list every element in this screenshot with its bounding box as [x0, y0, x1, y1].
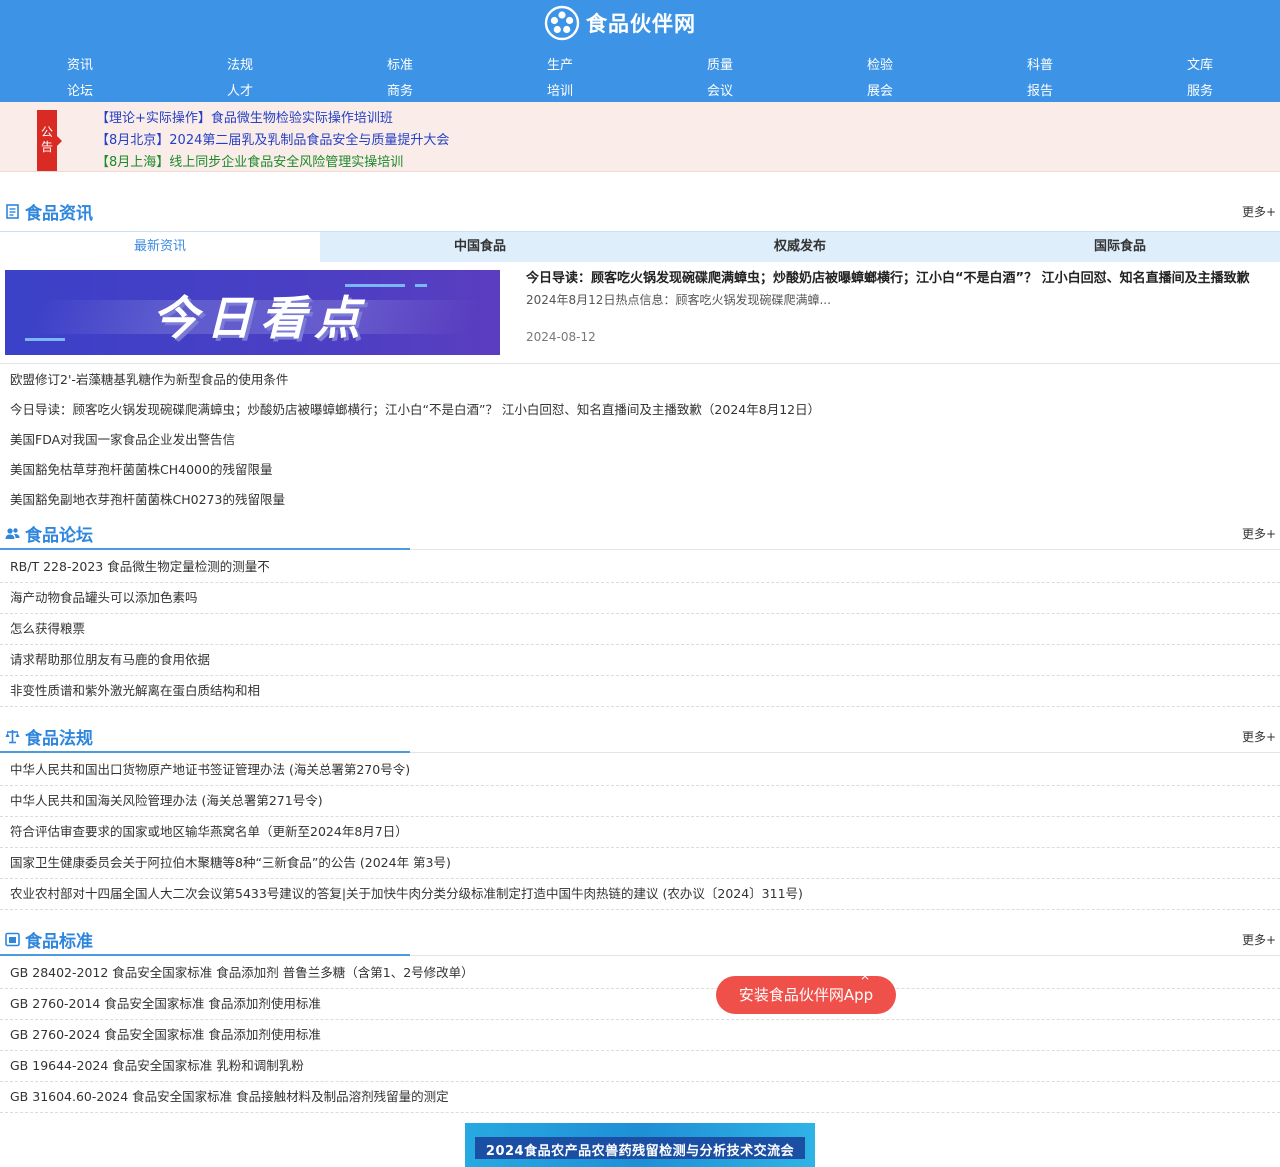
logo-text: 食品伙伴网 — [586, 12, 696, 36]
list-item[interactable]: GB 28402-2012 食品安全国家标准 食品添加剂 普鲁兰多糖（含第1、2… — [0, 958, 1280, 989]
list-item[interactable]: 美国FDA对我国一家食品企业发出警告信 — [0, 425, 1280, 455]
list-item[interactable]: GB 2760-2014 食品安全国家标准 食品添加剂使用标准 — [0, 989, 1280, 1020]
featured-title[interactable]: 今日导读：顾客吃火锅发现碗碟爬满蟑虫；炒酸奶店被曝蟑螂横行；江小白“不是白酒”？… — [526, 269, 1266, 289]
list-item[interactable]: 中华人民共和国出口货物原产地证书签证管理办法 (海关总署第270号令) — [0, 755, 1280, 786]
nav-item-production[interactable]: 生产 — [480, 54, 640, 73]
nav-item-business[interactable]: 商务 — [320, 80, 480, 99]
list-item[interactable]: GB 19644-2024 食品安全国家标准 乳粉和调制乳粉 — [0, 1051, 1280, 1082]
notice-list: 【理论+实际操作】食品微生物检验实际操作培训班 【8月北京】2024第二届乳及乳… — [96, 108, 449, 174]
section-title: 食品论坛 — [5, 518, 93, 548]
users-icon — [5, 527, 20, 539]
featured-image[interactable]: 今日看点 — [5, 270, 500, 355]
notice-badge: 公告 — [37, 110, 62, 171]
section-title: 食品资讯 — [5, 196, 93, 226]
site-header: 食品伙伴网 资讯 法规 标准 生产 质量 检验 科普 文库 论坛 人才 商务 培… — [0, 0, 1280, 102]
event-banner[interactable]: 2024食品农产品农兽药残留检测与分析技术交流会 — [465, 1123, 815, 1167]
nav-row-2: 论坛 人才 商务 培训 会议 展会 报告 服务 — [0, 76, 1280, 102]
forum-list: RB/T 228-2023 食品微生物定量检测的测量不 海产动物食品罐头可以添加… — [0, 552, 1280, 707]
list-item[interactable]: 欧盟修订2'-岩藻糖基乳糖作为新型食品的使用条件 — [0, 365, 1280, 395]
featured-article: 今日看点 今日导读：顾客吃火锅发现碗碟爬满蟑虫；炒酸奶店被曝蟑螂横行；江小白“不… — [0, 262, 1280, 364]
nav-item-testing[interactable]: 检验 — [800, 54, 960, 73]
list-item[interactable]: 非变性质谱和紫外激光解离在蛋白质结构和相 — [0, 676, 1280, 707]
nav-item-library[interactable]: 文库 — [1120, 54, 1280, 73]
list-item[interactable]: 美国豁免副地衣芽孢杆菌菌株CH0273的残留限量 — [0, 485, 1280, 515]
nav-item-service[interactable]: 服务 — [1120, 80, 1280, 99]
tab-latest-news[interactable]: 最新资讯 — [0, 232, 320, 262]
featured-image-text: 今日看点 — [152, 291, 368, 345]
tab-international-food[interactable]: 国际食品 — [960, 232, 1280, 262]
list-item[interactable]: 农业农村部对十四届全国人大二次会议第5433号建议的答复|关于加快牛肉分类分级标… — [0, 879, 1280, 910]
list-item[interactable]: 国家卫生健康委员会关于阿拉伯木聚糖等8种“三新食品”的公告 (2024年 第3号… — [0, 848, 1280, 879]
nav-item-forum[interactable]: 论坛 — [0, 80, 160, 99]
list-item[interactable]: 美国豁免枯草芽孢杆菌菌株CH4000的残留限量 — [0, 455, 1280, 485]
forum-section-header: 食品论坛 更多+ — [0, 518, 1280, 550]
site-logo[interactable]: 食品伙伴网 — [544, 5, 696, 41]
regulations-list: 中华人民共和国出口货物原产地证书签证管理办法 (海关总署第270号令) 中华人民… — [0, 755, 1280, 910]
forum-more-link[interactable]: 更多+ — [1242, 525, 1276, 542]
notice-bar: 公告 【理论+实际操作】食品微生物检验实际操作培训班 【8月北京】2024第二届… — [0, 102, 1280, 172]
document-icon — [6, 203, 19, 219]
notice-item[interactable]: 【理论+实际操作】食品微生物检验实际操作培训班 — [96, 108, 449, 130]
banner-text: 2024食品农产品农兽药残留检测与分析技术交流会 — [485, 1144, 795, 1159]
section-underline — [0, 548, 410, 550]
list-item[interactable]: 怎么获得粮票 — [0, 614, 1280, 645]
nav-item-science[interactable]: 科普 — [960, 54, 1120, 73]
nav-item-training[interactable]: 培训 — [480, 80, 640, 99]
news-section-header: 食品资讯 更多+ — [0, 196, 1280, 226]
section-underline — [0, 954, 410, 956]
nav-item-regulations[interactable]: 法规 — [160, 54, 320, 73]
standards-more-link[interactable]: 更多+ — [1242, 931, 1276, 948]
nav-item-meeting[interactable]: 会议 — [640, 80, 800, 99]
logo-flower-icon — [544, 5, 580, 41]
section-title-text: 食品标准 — [25, 931, 93, 952]
regulations-section-header: 食品法规 更多+ — [0, 721, 1280, 753]
news-tabs: 最新资讯 中国食品 权威发布 国际食品 — [0, 231, 1280, 262]
main-nav: 资讯 法规 标准 生产 质量 检验 科普 文库 论坛 人才 商务 培训 会议 展… — [0, 50, 1280, 102]
news-list: 欧盟修订2'-岩藻糖基乳糖作为新型食品的使用条件 今日导读：顾客吃火锅发现碗碟爬… — [0, 365, 1280, 515]
list-item[interactable]: GB 2760-2024 食品安全国家标准 食品添加剂使用标准 — [0, 1020, 1280, 1051]
list-item[interactable]: RB/T 228-2023 食品微生物定量检测的测量不 — [0, 552, 1280, 583]
nav-item-standards[interactable]: 标准 — [320, 54, 480, 73]
list-item[interactable]: GB 31604.60-2024 食品安全国家标准 食品接触材料及制品溶剂残留量… — [0, 1082, 1280, 1113]
scale-icon — [5, 729, 20, 743]
standards-list: GB 28402-2012 食品安全国家标准 食品添加剂 普鲁兰多糖（含第1、2… — [0, 958, 1280, 1113]
nav-item-quality[interactable]: 质量 — [640, 54, 800, 73]
section-title-text: 食品资讯 — [25, 203, 93, 224]
notice-item[interactable]: 【8月北京】2024第二届乳及乳制品食品安全与质量提升大会 — [96, 130, 449, 152]
list-item[interactable]: 今日导读：顾客吃火锅发现碗碟爬满蟑虫；炒酸奶店被曝蟑螂横行；江小白“不是白酒”？… — [0, 395, 1280, 425]
close-icon[interactable]: × — [859, 970, 871, 982]
featured-desc: 2024年8月12日热点信息：顾客吃火锅发现碗碟爬满蟑... — [526, 293, 831, 307]
nav-item-report[interactable]: 报告 — [960, 80, 1120, 99]
section-title: 食品法规 — [5, 721, 93, 751]
standards-section-header: 食品标准 更多+ — [0, 924, 1280, 956]
list-item[interactable]: 中华人民共和国海关风险管理办法 (海关总署第271号令) — [0, 786, 1280, 817]
decor-dash — [25, 338, 65, 341]
nav-row-1: 资讯 法规 标准 生产 质量 检验 科普 文库 — [0, 50, 1280, 76]
nav-item-exhibition[interactable]: 展会 — [800, 80, 960, 99]
section-underline — [0, 751, 410, 753]
nav-item-news[interactable]: 资讯 — [0, 54, 160, 73]
nav-item-talent[interactable]: 人才 — [160, 80, 320, 99]
section-title-text: 食品论坛 — [25, 525, 93, 546]
regulations-more-link[interactable]: 更多+ — [1242, 728, 1276, 745]
list-item[interactable]: 海产动物食品罐头可以添加色素吗 — [0, 583, 1280, 614]
list-item[interactable]: 符合评估审查要求的国家或地区输华燕窝名单（更新至2024年8月7日） — [0, 817, 1280, 848]
section-title-text: 食品法规 — [25, 728, 93, 749]
list-item[interactable]: 请求帮助那位朋友有马鹿的食用依据 — [0, 645, 1280, 676]
featured-date: 2024-08-12 — [526, 330, 596, 344]
notice-item[interactable]: 【8月上海】线上同步企业食品安全风险管理实操培训 — [96, 152, 449, 174]
standard-doc-icon — [5, 932, 20, 946]
news-more-link[interactable]: 更多+ — [1242, 203, 1276, 220]
tab-official-release[interactable]: 权威发布 — [640, 232, 960, 262]
tab-china-food[interactable]: 中国食品 — [320, 232, 640, 262]
section-title: 食品标准 — [5, 924, 93, 954]
